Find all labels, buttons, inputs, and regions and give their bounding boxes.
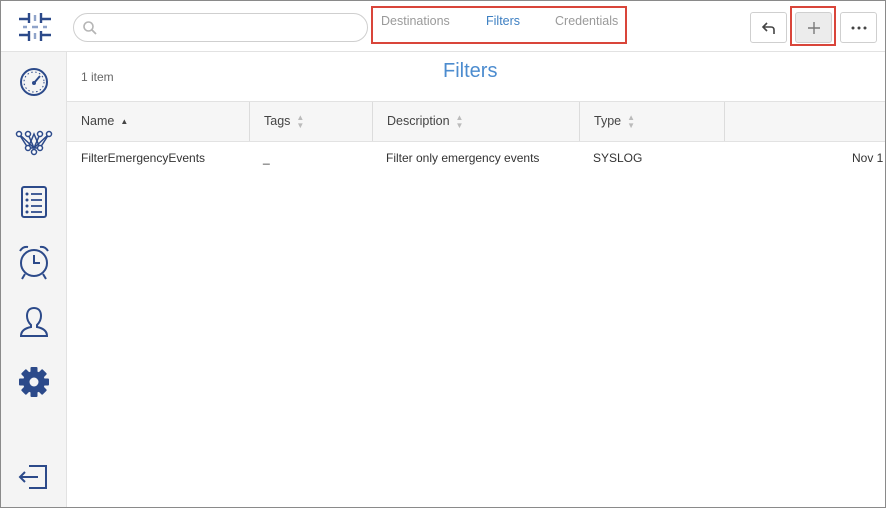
search-input[interactable] (102, 18, 357, 38)
sort-icon: ▲ ▼ (455, 112, 464, 130)
gear-icon (19, 367, 49, 397)
undo-arrow-icon (761, 21, 775, 34)
page-title: Filters (443, 60, 498, 82)
logout-icon (18, 465, 47, 489)
tab-destinations[interactable]: Destinations (381, 14, 450, 28)
list-icon (21, 186, 47, 218)
search-box[interactable] (73, 13, 368, 42)
app-window: Destinations Filters Credentials 1 item … (0, 0, 886, 508)
tab-credentials[interactable]: Credentials (555, 14, 618, 28)
sidebar-item-topology[interactable] (14, 122, 54, 162)
sort-icon: ▲ ▼ (296, 112, 305, 130)
sidebar-item-users[interactable] (14, 302, 54, 342)
item-count: 1 item (81, 70, 114, 84)
cell-date: Nov 1 (852, 151, 884, 165)
tab-filters[interactable]: Filters (486, 14, 520, 28)
table-row[interactable]: FilterEmergencyEvents _ Filter only emer… (67, 142, 885, 174)
sort-icon: ▲ ▼ (627, 112, 636, 130)
cell-name: FilterEmergencyEvents (81, 151, 206, 165)
sidebar-item-alarms[interactable] (14, 242, 54, 282)
cell-type: SYSLOG (593, 151, 643, 165)
search-icon (83, 21, 97, 35)
add-button-highlight (790, 6, 836, 46)
main-content: 1 item Filters Name ▲ Tags ▲ ▼ Description ▲… (67, 52, 885, 507)
sidebar-item-logout[interactable] (14, 457, 54, 497)
dashboard-gauge-icon (20, 68, 48, 96)
column-header-description[interactable]: Description ▲ ▼ (373, 102, 580, 141)
column-header-name[interactable]: Name ▲ (67, 102, 250, 141)
sidebar-item-dashboard[interactable] (14, 62, 54, 102)
app-logo (15, 9, 55, 45)
column-header-type[interactable]: Type ▲ ▼ (580, 102, 725, 141)
back-button[interactable] (750, 12, 787, 43)
column-header-date[interactable] (725, 102, 885, 141)
more-options-button[interactable] (840, 12, 877, 43)
user-icon (19, 306, 49, 337)
sidebar-item-settings[interactable] (14, 362, 54, 402)
top-bar: Destinations Filters Credentials (1, 1, 885, 52)
logo-icon (19, 13, 51, 41)
alarm-clock-icon (19, 245, 49, 280)
table-header: Name ▲ Tags ▲ ▼ Description ▲ ▼ Type ▲ ▼ (67, 101, 885, 142)
ellipsis-icon (851, 26, 866, 29)
sidebar-item-list[interactable] (14, 182, 54, 222)
network-topology-icon (15, 130, 53, 156)
column-header-tags[interactable]: Tags ▲ ▼ (250, 102, 373, 141)
sidebar (1, 52, 67, 507)
cell-tags: _ (263, 151, 270, 165)
cell-description: Filter only emergency events (386, 151, 540, 165)
sort-ascending-icon: ▲ (120, 116, 129, 126)
